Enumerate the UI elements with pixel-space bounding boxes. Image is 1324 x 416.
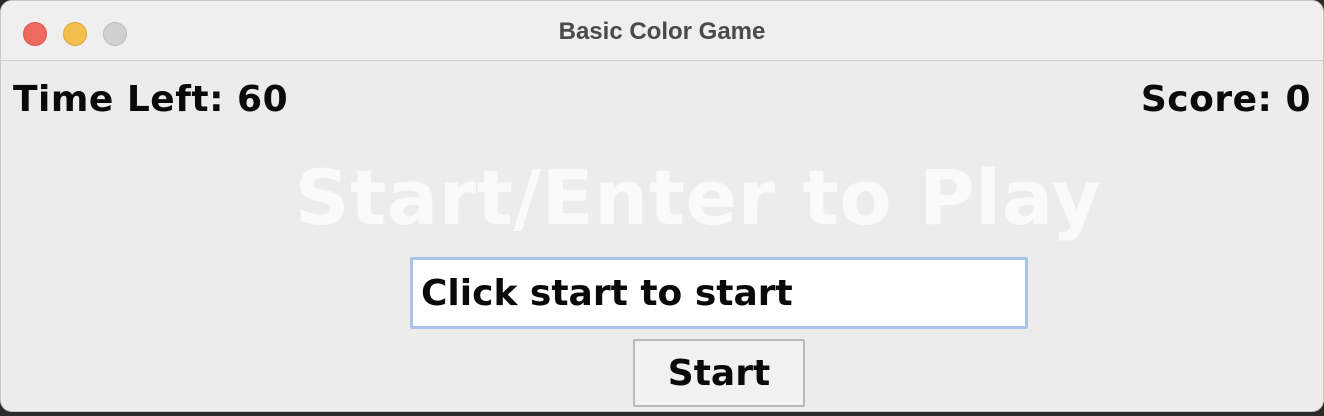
score-label: Score: 0 [1140, 79, 1311, 120]
time-left-label: Time Left: 60 [13, 79, 289, 120]
color-prompt-text: Start/Enter to Play [294, 153, 1102, 242]
title-bar[interactable]: Basic Color Game [1, 1, 1323, 61]
start-button[interactable]: Start [633, 339, 805, 407]
answer-input[interactable] [410, 257, 1028, 329]
game-window: Basic Color Game Time Left: 60 Score: 0 … [0, 0, 1324, 412]
window-title: Basic Color Game [558, 18, 766, 45]
